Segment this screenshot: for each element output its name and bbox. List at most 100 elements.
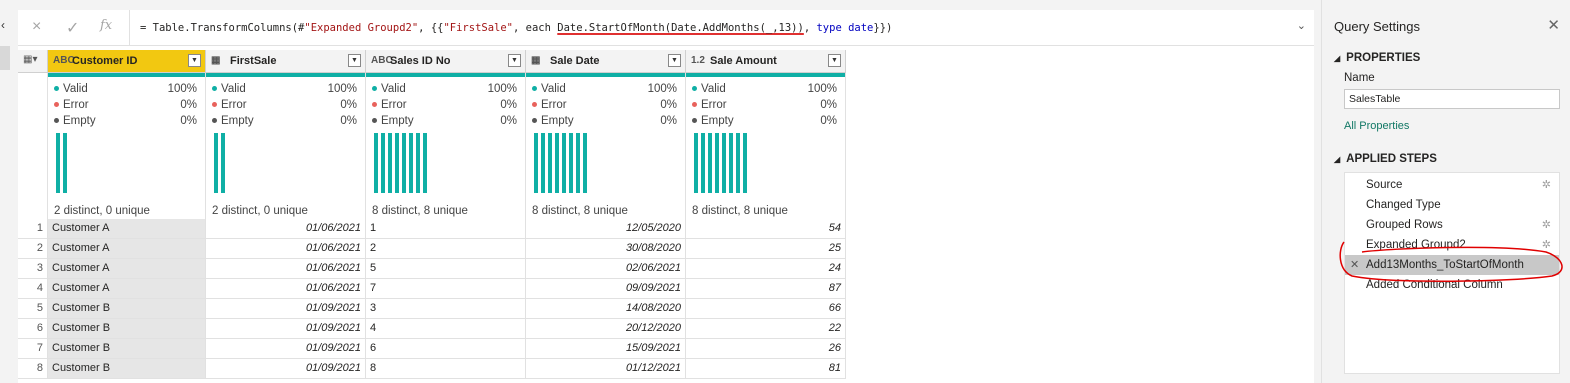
column-type-icon[interactable]: ▦ (211, 55, 220, 66)
applied-step[interactable]: Added Conditional Column (1345, 275, 1559, 295)
table-cell[interactable]: 15/09/2021 (526, 339, 686, 359)
table-cell[interactable]: 87 (686, 279, 846, 299)
table-cell[interactable]: Customer B (48, 299, 206, 319)
distribution-bar (214, 133, 218, 193)
table-cell[interactable]: Customer B (48, 319, 206, 339)
row-number[interactable]: 7 (18, 339, 48, 359)
column-header[interactable]: ▦ FirstSale ▼ (206, 50, 366, 73)
table-cell[interactable]: 2 (366, 239, 526, 259)
error-dot-icon (692, 102, 697, 108)
table-cell[interactable]: 22 (686, 319, 846, 339)
gear-icon[interactable]: ✲ (1542, 235, 1551, 255)
column-header[interactable]: ABC Customer ID ▼ (48, 50, 206, 73)
table-cell[interactable]: 14/08/2020 (526, 299, 686, 319)
filter-dropdown-icon[interactable]: ▼ (348, 54, 361, 67)
row-number[interactable]: 3 (18, 259, 48, 279)
table-cell[interactable]: 1 (366, 219, 526, 239)
table-cell[interactable]: Customer A (48, 259, 206, 279)
row-number[interactable]: 6 (18, 319, 48, 339)
main-area: × ✓ fx = Table.TransformColumns(#"Expand… (18, 10, 1314, 383)
table-cell[interactable]: 3 (366, 299, 526, 319)
applied-step[interactable]: ✕ Add13Months_ToStartOfMonth (1345, 255, 1559, 275)
table-cell[interactable]: 5 (366, 259, 526, 279)
table-cell[interactable]: 20/12/2020 (526, 319, 686, 339)
row-number[interactable]: 2 (18, 239, 48, 259)
table-cell[interactable]: 09/09/2021 (526, 279, 686, 299)
table-cell[interactable]: 12/05/2020 (526, 219, 686, 239)
table-cell[interactable]: 02/06/2021 (526, 259, 686, 279)
table-cell[interactable]: 01/06/2021 (206, 239, 366, 259)
table-cell[interactable]: 8 (366, 359, 526, 379)
column-header[interactable]: 1.2 Sale Amount ▼ (686, 50, 846, 73)
formula-input[interactable]: = Table.TransformColumns(#"Expanded Grou… (140, 22, 892, 34)
table-cell[interactable]: 7 (366, 279, 526, 299)
cancel-icon[interactable]: × (32, 18, 41, 36)
error-dot-icon (532, 102, 537, 108)
table-cell[interactable]: 26 (686, 339, 846, 359)
table-cell[interactable]: 01/06/2021 (206, 259, 366, 279)
error-dot-icon (54, 102, 59, 108)
applied-steps-heading[interactable]: ◢ APPLIED STEPS (1334, 153, 1437, 165)
table-cell[interactable]: 01/09/2021 (206, 339, 366, 359)
column-header[interactable]: ABC Sales ID No ▼ (366, 50, 526, 73)
gear-icon[interactable]: ✲ (1542, 175, 1551, 195)
quality-valid-value: 100% (487, 83, 517, 95)
filter-dropdown-icon[interactable]: ▼ (188, 54, 201, 67)
table-cell[interactable]: Customer A (48, 219, 206, 239)
table-cell[interactable]: Customer A (48, 279, 206, 299)
query-selector[interactable] (0, 46, 10, 70)
expand-queries-icon[interactable]: ‹ (1, 18, 5, 32)
row-number[interactable]: 5 (18, 299, 48, 319)
table-cell[interactable]: 01/09/2021 (206, 359, 366, 379)
distribution-bar (736, 133, 740, 193)
row-number[interactable]: 1 (18, 219, 48, 239)
column-type-icon[interactable]: 1.2 (691, 55, 705, 66)
query-name-input[interactable]: SalesTable (1344, 89, 1560, 109)
table-cell[interactable]: 25 (686, 239, 846, 259)
row-number[interactable]: 8 (18, 359, 48, 379)
table-cell[interactable]: 4 (366, 319, 526, 339)
quality-valid-label: Valid (532, 83, 566, 95)
table-cell[interactable]: 6 (366, 339, 526, 359)
filter-dropdown-icon[interactable]: ▼ (668, 54, 681, 67)
filter-dropdown-icon[interactable]: ▼ (508, 54, 521, 67)
table-cell[interactable]: 01/06/2021 (206, 219, 366, 239)
applied-step[interactable]: Grouped Rows ✲ (1345, 215, 1559, 235)
properties-heading[interactable]: ◢ PROPERTIES (1334, 52, 1420, 64)
table-cell[interactable]: 01/09/2021 (206, 319, 366, 339)
row-number[interactable]: 4 (18, 279, 48, 299)
quality-valid-value: 100% (167, 83, 197, 95)
table-cell[interactable]: 66 (686, 299, 846, 319)
table-cell[interactable]: Customer B (48, 359, 206, 379)
table-cell[interactable]: 24 (686, 259, 846, 279)
column-name: FirstSale (230, 55, 277, 67)
column-type-icon[interactable]: ▦ (531, 55, 540, 66)
quality-bar (206, 73, 365, 77)
distribution-bar (423, 133, 427, 193)
fx-icon[interactable]: fx (100, 18, 112, 33)
confirm-icon[interactable]: ✓ (66, 18, 79, 38)
quality-empty-value: 0% (180, 115, 197, 127)
close-icon[interactable]: ✕ (1547, 16, 1560, 34)
table-cell[interactable]: Customer B (48, 339, 206, 359)
quality-valid-label: Valid (54, 83, 88, 95)
table-menu-button[interactable]: ▦▾ (18, 50, 48, 73)
table-cell[interactable]: 30/08/2020 (526, 239, 686, 259)
table-cell[interactable]: Customer A (48, 239, 206, 259)
all-properties-link[interactable]: All Properties (1344, 120, 1409, 132)
table-cell[interactable]: 01/12/2021 (526, 359, 686, 379)
column-name: Sale Amount (710, 55, 777, 67)
expand-formula-icon[interactable]: ⌄ (1297, 19, 1306, 32)
filter-dropdown-icon[interactable]: ▼ (828, 54, 841, 67)
table-cell[interactable]: 01/09/2021 (206, 299, 366, 319)
table-cell[interactable]: 81 (686, 359, 846, 379)
table-cell[interactable]: 01/06/2021 (206, 279, 366, 299)
applied-step[interactable]: Changed Type (1345, 195, 1559, 215)
column-header[interactable]: ▦ Sale Date ▼ (526, 50, 686, 73)
applied-step[interactable]: Expanded Groupd2 ✲ (1345, 235, 1559, 255)
applied-step[interactable]: Source ✲ (1345, 175, 1559, 195)
delete-step-icon[interactable]: ✕ (1350, 255, 1359, 275)
quality-valid-text: Valid (63, 83, 88, 95)
table-cell[interactable]: 54 (686, 219, 846, 239)
gear-icon[interactable]: ✲ (1542, 215, 1551, 235)
